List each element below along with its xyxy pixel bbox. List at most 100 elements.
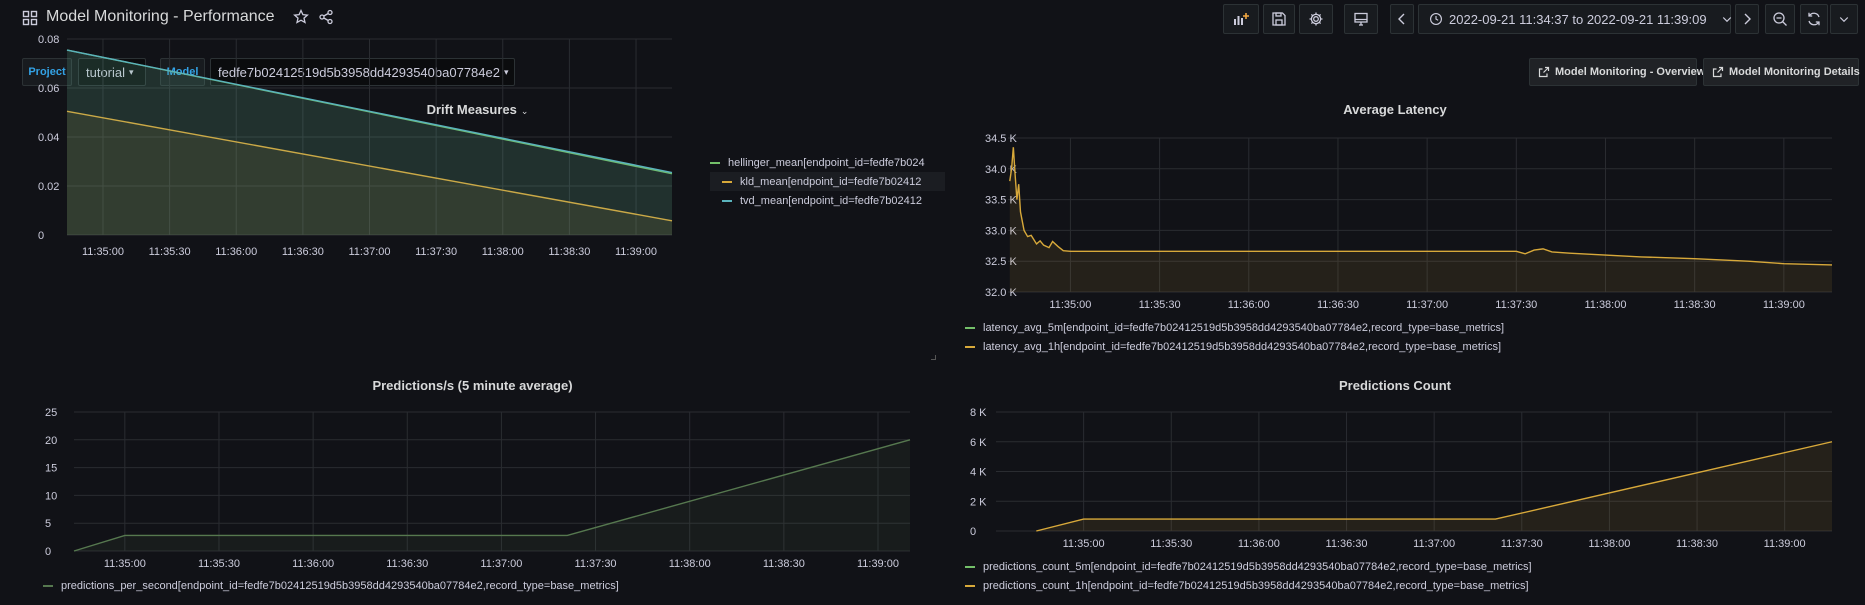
- zoom-out-button[interactable]: [1765, 4, 1795, 34]
- x-tick-label: 11:36:30: [1326, 538, 1368, 550]
- x-tick-label: 11:39:00: [857, 558, 899, 570]
- top-nav: Model Monitoring - Performance 2022-09-2…: [0, 0, 1865, 38]
- x-tick-label: 11:35:00: [1049, 299, 1091, 311]
- y-tick-label: 34.5 K: [985, 133, 1017, 145]
- y-tick-label: 15: [45, 463, 57, 475]
- drift-measures-panel: Drift Measures ⌄ 0 0.02 0.04 0.06 0.08 11:35:0…: [15, 34, 945, 358]
- legend-item[interactable]: tvd_mean[endpoint_id=fedfe7b02412: [710, 191, 945, 210]
- swatch: [965, 345, 975, 348]
- x-tick-label: 11:39:00: [1763, 299, 1805, 311]
- y-tick-label: 0: [38, 230, 44, 242]
- time-range-picker[interactable]: 2022-09-21 11:34:37 to 2022-09-21 11:39:…: [1418, 4, 1731, 34]
- x-tick-label: 11:38:30: [1674, 299, 1716, 311]
- x-tick-label: 11:37:30: [1501, 538, 1543, 550]
- legend-label: predictions_per_second[endpoint_id=fedfe…: [61, 579, 619, 592]
- x-tick-label: 11:35:30: [1150, 538, 1192, 550]
- x-tick-label: 11:37:00: [1406, 299, 1448, 311]
- x-tick-label: 11:37:30: [1495, 299, 1537, 311]
- drift-legend: hellinger_mean[endpoint_id=fedfe7b024 kl…: [710, 153, 945, 210]
- apps-icon[interactable]: [22, 10, 38, 26]
- x-tick-label: 11:36:00: [1238, 538, 1280, 550]
- add-panel-button[interactable]: [1223, 4, 1259, 34]
- swatch: [722, 180, 732, 183]
- external-link-icon: [1538, 66, 1550, 78]
- y-tick-label: 0: [45, 546, 51, 558]
- chevron-down-icon: ▾: [503, 66, 509, 77]
- x-tick-label: 11:38:00: [482, 246, 524, 258]
- x-tick-label: 11:37:00: [480, 558, 522, 570]
- x-tick-label: 11:35:00: [82, 246, 124, 258]
- tv-icon: [1354, 12, 1368, 26]
- legend-label: predictions_count_5m[endpoint_id=fedfe7b…: [983, 560, 1532, 573]
- x-tick-label: 11:36:30: [386, 558, 428, 570]
- settings-button[interactable]: [1299, 4, 1333, 34]
- tv-mode-button[interactable]: [1344, 4, 1378, 34]
- legend-item[interactable]: kld_mean[endpoint_id=fedfe7b02412: [710, 172, 945, 191]
- time-back-button[interactable]: [1390, 4, 1414, 34]
- x-tick-label: 11:36:30: [282, 246, 324, 258]
- chevron-left-icon: [1398, 13, 1405, 25]
- x-tick-label: 11:35:30: [1139, 299, 1181, 311]
- x-tick-label: 11:36:00: [215, 246, 257, 258]
- legend-item[interactable]: latency_avg_1h[endpoint_id=fedfe7b024125…: [965, 337, 1845, 356]
- legend-item[interactable]: predictions_per_second[endpoint_id=fedfe…: [43, 576, 923, 595]
- refresh-button[interactable]: [1800, 4, 1828, 34]
- chevron-down-icon: [1839, 17, 1849, 23]
- x-tick-label: 11:39:00: [615, 246, 657, 258]
- dashboard-title[interactable]: Model Monitoring - Performance: [46, 8, 275, 26]
- x-tick-label: 11:37:30: [415, 246, 457, 258]
- predictions-rate-legend: predictions_per_second[endpoint_id=fedfe…: [43, 576, 923, 595]
- gear-icon: [1309, 12, 1323, 26]
- clock-icon: [1430, 13, 1442, 25]
- save-button[interactable]: [1263, 4, 1295, 34]
- overview-link-button[interactable]: Model Monitoring - Overview: [1529, 58, 1705, 86]
- y-tick-label: 20: [45, 435, 57, 447]
- legend-item[interactable]: latency_avg_5m[endpoint_id=fedfe7b024125…: [965, 318, 1845, 337]
- legend-item[interactable]: predictions_count_5m[endpoint_id=fedfe7b…: [965, 557, 1845, 576]
- x-tick-label: 11:38:30: [548, 246, 590, 258]
- legend-label: latency_avg_5m[endpoint_id=fedfe7b024125…: [983, 321, 1505, 334]
- legend-label: predictions_count_1h[endpoint_id=fedfe7b…: [983, 579, 1529, 592]
- average-latency-panel: Average Latency 32.0 K 32.5 K 33.0 K 33.5 K…: [940, 100, 1850, 358]
- panel-title[interactable]: Predictions Count: [940, 376, 1850, 396]
- zoom-out-icon: [1773, 12, 1787, 26]
- details-link-button[interactable]: Model Monitoring Details: [1703, 58, 1860, 86]
- star-icon[interactable]: [293, 9, 309, 25]
- series-line: [1009, 147, 1833, 266]
- panel-resize-handle[interactable]: [931, 355, 936, 360]
- legend-item[interactable]: predictions_count_1h[endpoint_id=fedfe7b…: [965, 576, 1845, 595]
- predictions-count-legend: predictions_count_5m[endpoint_id=fedfe7b…: [965, 557, 1845, 595]
- chevron-down-icon: [1722, 17, 1731, 23]
- y-tick-label: 6 K: [970, 437, 987, 449]
- y-tick-label: 2 K: [970, 496, 987, 508]
- panel-title[interactable]: Average Latency: [940, 100, 1850, 120]
- time-forward-button[interactable]: [1735, 4, 1759, 34]
- x-tick-label: 11:37:30: [575, 558, 617, 570]
- add-panel-icon: [1234, 13, 1249, 25]
- predictions-rate-panel: Predictions/s (5 minute average) 0 5 10 15 2…: [15, 376, 935, 601]
- x-tick-label: 11:35:00: [1063, 538, 1105, 550]
- x-tick-label: 11:35:30: [198, 558, 240, 570]
- legend-label: kld_mean[endpoint_id=fedfe7b02412: [740, 175, 922, 188]
- chevron-down-icon: ⌄: [520, 106, 529, 116]
- y-tick-label: 0.08: [38, 34, 59, 46]
- x-tick-label: 11:39:00: [1764, 538, 1806, 550]
- model-select[interactable]: fedfe7b02412519d5b3958dd4293540ba07784e2…: [210, 58, 515, 86]
- time-range-text: 2022-09-21 11:34:37 to 2022-09-21 11:39:…: [1449, 11, 1707, 27]
- share-icon[interactable]: [318, 9, 334, 25]
- external-link-icon: [1712, 66, 1724, 78]
- swatch: [43, 584, 53, 587]
- refresh-icon: [1808, 12, 1820, 26]
- x-tick-label: 11:38:30: [1676, 538, 1718, 550]
- latency-legend: latency_avg_5m[endpoint_id=fedfe7b024125…: [965, 318, 1845, 356]
- swatch: [710, 161, 720, 164]
- x-tick-label: 11:36:00: [1228, 299, 1270, 311]
- legend-item[interactable]: hellinger_mean[endpoint_id=fedfe7b024: [710, 153, 945, 172]
- swatch: [722, 199, 732, 202]
- panel-title[interactable]: Predictions/s (5 minute average): [15, 376, 930, 396]
- refresh-interval-button[interactable]: [1830, 4, 1858, 34]
- predictions-count-plot: 0 2 K 4 K 6 K 8 K 11:35:00 11:35:30 11:36:00 11:…: [970, 407, 1833, 550]
- overview-link-label: Model Monitoring - Overview: [1555, 66, 1706, 78]
- y-tick-label: 0: [970, 526, 976, 538]
- x-tick-label: 11:37:00: [1413, 538, 1455, 550]
